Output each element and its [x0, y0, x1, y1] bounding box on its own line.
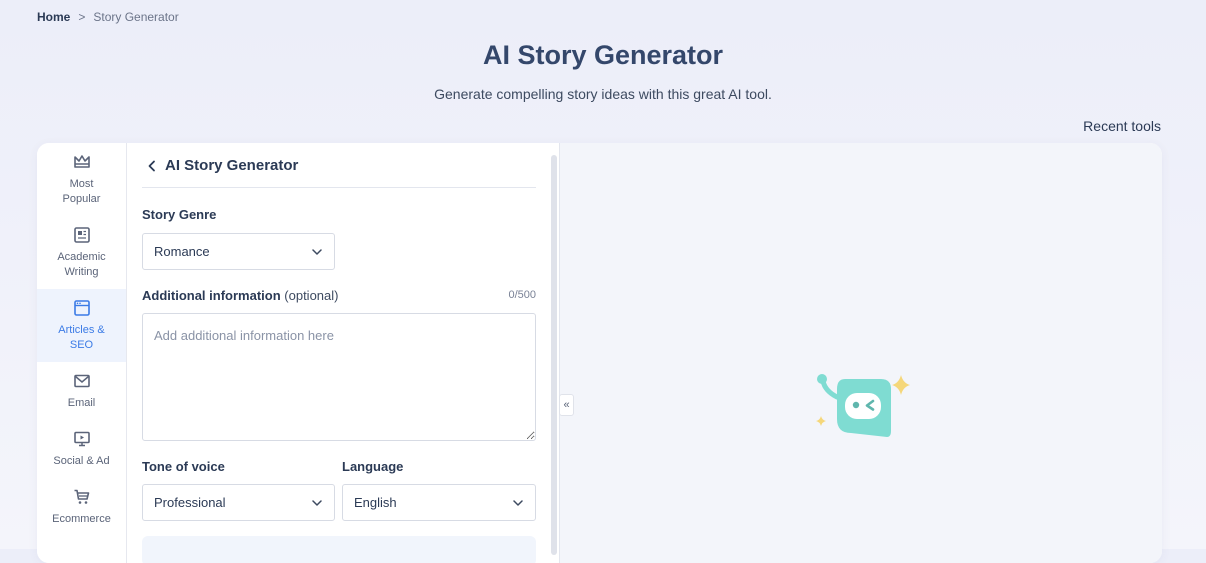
sidebar-item-label: Social & Ad	[53, 455, 110, 467]
form-panel: AI Story Generator Story Genre Romance A…	[127, 143, 559, 563]
options-panel	[142, 536, 536, 563]
browser-window-icon	[73, 300, 90, 316]
sidebar-item-label: Most Popular	[62, 178, 101, 205]
sidebar-item-academic-writing[interactable]: Academic Writing	[37, 216, 126, 289]
breadcrumb-separator: >	[78, 10, 86, 24]
additional-info-textarea[interactable]	[142, 313, 536, 441]
sidebar-item-label: Email	[67, 397, 96, 409]
crown-icon	[73, 155, 90, 168]
tone-of-voice-label: Tone of voice	[142, 459, 225, 474]
category-sidebar: Most Popular Academic Writing Articles &…	[37, 143, 127, 563]
newspaper-icon	[73, 227, 90, 243]
recent-tools-link[interactable]: Recent tools	[1083, 118, 1161, 134]
form-scrollbar[interactable]	[551, 155, 557, 555]
language-value: English	[354, 495, 397, 510]
tone-of-voice-select[interactable]: Professional	[142, 484, 335, 521]
sidebar-item-label: Ecommerce	[52, 513, 111, 525]
breadcrumb-current: Story Generator	[93, 10, 179, 24]
output-preview-area	[559, 143, 1162, 563]
page-subtitle: Generate compelling story ideas with thi…	[434, 86, 772, 102]
story-genre-select[interactable]: Romance	[142, 233, 335, 270]
sidebar-item-label: Articles & SEO	[58, 324, 105, 351]
chevron-down-icon	[312, 248, 322, 255]
breadcrumb-home-link[interactable]: Home	[37, 10, 70, 24]
story-genre-label: Story Genre	[142, 207, 217, 222]
breadcrumb: Home > Story Generator	[37, 10, 179, 24]
page-title: AI Story Generator	[482, 40, 724, 70]
sidebar-item-most-popular[interactable]: Most Popular	[37, 143, 126, 216]
shopping-cart-icon	[74, 489, 89, 504]
monitor-play-icon	[73, 431, 90, 447]
chevron-left-icon	[148, 160, 155, 171]
tone-of-voice-value: Professional	[154, 495, 226, 510]
chevron-down-icon	[312, 499, 322, 506]
additional-info-label: Additional information (optional)	[142, 288, 338, 303]
language-label: Language	[342, 459, 404, 474]
chevron-down-icon	[513, 499, 523, 506]
optional-tag: (optional)	[284, 288, 339, 303]
language-select[interactable]: English	[342, 484, 536, 521]
tool-title: AI Story Generator	[165, 157, 299, 174]
collapse-panel-button[interactable]: «	[559, 394, 574, 416]
envelope-icon	[73, 374, 90, 388]
character-counter: 0/500	[508, 289, 536, 301]
back-to-tools-button[interactable]: AI Story Generator	[147, 157, 298, 174]
robot-chat-illustration	[816, 374, 910, 437]
sidebar-item-articles-seo[interactable]: Articles & SEO	[37, 289, 126, 362]
sidebar-item-label: Academic Writing	[57, 251, 106, 278]
additional-info-label-text: Additional information	[142, 288, 281, 303]
tool-card: Most Popular Academic Writing Articles &…	[37, 143, 1162, 563]
story-genre-value: Romance	[154, 244, 210, 259]
divider	[142, 187, 536, 188]
sidebar-item-ecommerce[interactable]: Ecommerce	[37, 478, 126, 551]
